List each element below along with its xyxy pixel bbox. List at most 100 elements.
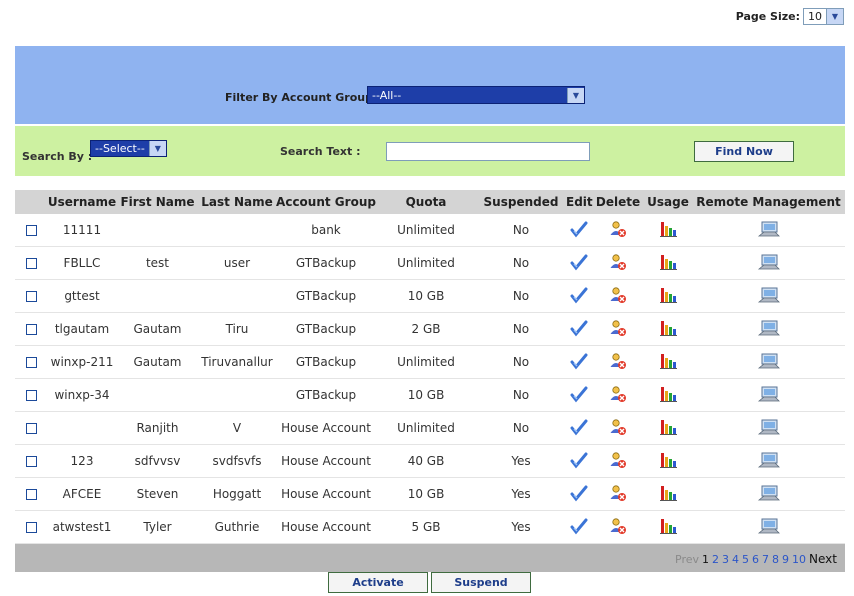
remote-management-icon[interactable] [757, 319, 780, 340]
username-cell: winxp-211 [47, 345, 117, 379]
search-by-value: --Select-- [95, 142, 145, 155]
edit-check-icon[interactable] [570, 286, 588, 307]
delete-cell [592, 312, 644, 346]
row-checkbox[interactable] [25, 423, 37, 434]
suspend-button[interactable]: Suspend [431, 572, 531, 593]
find-now-button[interactable]: Find Now [694, 141, 794, 162]
usage-chart-icon[interactable] [659, 319, 677, 340]
usage-chart-icon[interactable] [659, 418, 677, 439]
row-checkbox[interactable] [25, 258, 37, 269]
page-link[interactable]: 4 [732, 553, 739, 566]
edit-check-icon[interactable] [570, 484, 588, 505]
usage-chart-icon[interactable] [659, 253, 677, 274]
page-link[interactable]: 8 [772, 553, 779, 566]
usage-cell [644, 246, 692, 280]
delete-user-icon[interactable] [609, 418, 627, 439]
delete-user-icon[interactable] [609, 253, 627, 274]
table-row: tlgautam Gautam Tiru GTBackup 2 GB No [15, 312, 845, 346]
remote-management-icon[interactable] [757, 286, 780, 307]
usage-cell [644, 214, 692, 247]
row-select-cell [15, 444, 47, 478]
edit-cell [566, 477, 592, 511]
activate-button[interactable]: Activate [328, 572, 428, 593]
usage-chart-icon[interactable] [659, 517, 677, 538]
table-row: winxp-211 Gautam Tiruvanallur GTBackup Unlim… [15, 345, 845, 379]
account-group-cell: GTBackup [276, 312, 376, 346]
quota-cell: Unlimited [376, 345, 476, 379]
first-name-cell [117, 279, 198, 313]
remote-management-icon[interactable] [757, 253, 780, 274]
edit-cell [566, 345, 592, 379]
row-checkbox[interactable] [25, 390, 37, 401]
edit-check-icon[interactable] [570, 253, 588, 274]
delete-user-icon[interactable] [609, 220, 627, 241]
last-name-cell: svdfsvfs [198, 444, 276, 478]
page-link[interactable]: 3 [722, 553, 729, 566]
edit-check-icon[interactable] [570, 220, 588, 241]
edit-check-icon[interactable] [570, 418, 588, 439]
remote-management-icon[interactable] [757, 220, 780, 241]
row-checkbox[interactable] [25, 357, 37, 368]
edit-check-icon[interactable] [570, 451, 588, 472]
edit-cell [566, 510, 592, 544]
row-checkbox[interactable] [25, 489, 37, 500]
remote-management-icon[interactable] [757, 517, 780, 538]
table-row: AFCEE Steven Hoggatt House Account 10 GB Yes [15, 477, 845, 511]
remote-management-icon[interactable] [757, 352, 780, 373]
account-group-select[interactable]: --All-- ▼ [367, 86, 585, 104]
first-name-cell: Steven [117, 477, 198, 511]
next-link[interactable]: Next [809, 552, 837, 566]
page-link[interactable]: 10 [792, 553, 806, 566]
delete-user-icon[interactable] [609, 319, 627, 340]
usage-cell [644, 279, 692, 313]
edit-cell [566, 411, 592, 445]
remote-management-icon[interactable] [757, 418, 780, 439]
delete-cell [592, 279, 644, 313]
filter-label: Filter By Account Group : [225, 91, 382, 104]
username-cell: gttest [47, 279, 117, 313]
page-size-select[interactable]: 10 ▼ [803, 8, 844, 25]
usage-chart-icon[interactable] [659, 220, 677, 241]
page-link[interactable]: 6 [752, 553, 759, 566]
delete-user-icon[interactable] [609, 352, 627, 373]
search-text-input[interactable] [386, 142, 590, 161]
row-checkbox[interactable] [25, 456, 37, 467]
row-checkbox[interactable] [25, 324, 37, 335]
suspended-cell: No [476, 312, 566, 346]
edit-check-icon[interactable] [570, 319, 588, 340]
table-row: 11111 bank Unlimited No [15, 214, 845, 247]
page-size-label: Page Size: [735, 10, 800, 23]
delete-user-icon[interactable] [609, 286, 627, 307]
usage-chart-icon[interactable] [659, 385, 677, 406]
page-link[interactable]: 5 [742, 553, 749, 566]
page-link[interactable]: 2 [712, 553, 719, 566]
row-checkbox[interactable] [25, 225, 37, 236]
delete-user-icon[interactable] [609, 385, 627, 406]
first-name-cell [117, 378, 198, 412]
edit-check-icon[interactable] [570, 385, 588, 406]
page-link[interactable]: 9 [782, 553, 789, 566]
search-bar: Search By : --Select-- ▼ Search Text : F… [15, 126, 845, 176]
table-row: gttest GTBackup 10 GB No [15, 279, 845, 313]
remote-cell [692, 477, 845, 511]
delete-user-icon[interactable] [609, 517, 627, 538]
usage-chart-icon[interactable] [659, 352, 677, 373]
delete-user-icon[interactable] [609, 484, 627, 505]
row-checkbox[interactable] [25, 522, 37, 533]
edit-check-icon[interactable] [570, 517, 588, 538]
search-by-select[interactable]: --Select-- ▼ [90, 140, 167, 157]
delete-user-icon[interactable] [609, 451, 627, 472]
usage-chart-icon[interactable] [659, 484, 677, 505]
usage-chart-icon[interactable] [659, 286, 677, 307]
page-link[interactable]: 7 [762, 553, 769, 566]
username-cell: tlgautam [47, 312, 117, 346]
quota-cell: Unlimited [376, 246, 476, 280]
row-checkbox[interactable] [25, 291, 37, 302]
remote-management-icon[interactable] [757, 385, 780, 406]
usage-chart-icon[interactable] [659, 451, 677, 472]
usage-cell [644, 378, 692, 412]
remote-management-icon[interactable] [757, 484, 780, 505]
search-by-label: Search By : [22, 150, 93, 163]
edit-check-icon[interactable] [570, 352, 588, 373]
remote-management-icon[interactable] [757, 451, 780, 472]
